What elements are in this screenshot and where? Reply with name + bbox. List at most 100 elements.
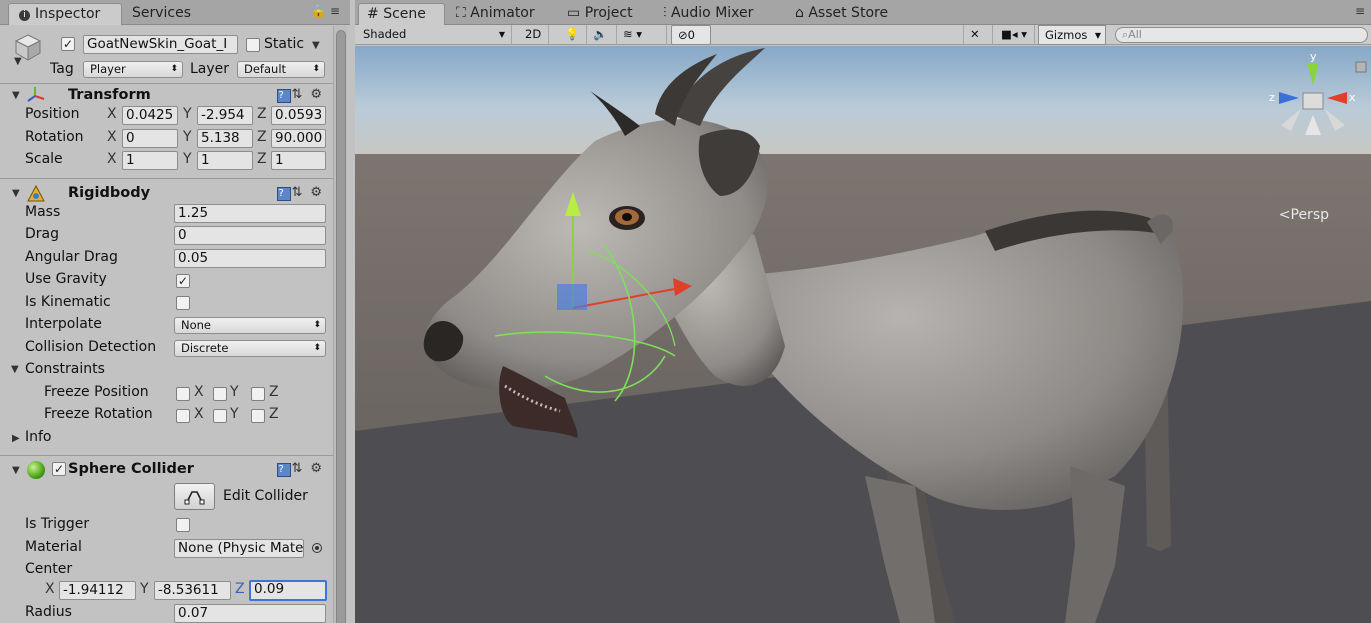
drag-field[interactable]: 0 <box>174 226 326 245</box>
freeze-position-x-checkbox[interactable] <box>176 387 190 401</box>
inspector-scrollbar[interactable] <box>333 26 347 623</box>
static-dropdown-icon[interactable]: ▼ <box>312 40 320 51</box>
shading-mode-dropdown[interactable]: Shaded ▼ <box>357 25 512 45</box>
scene-viewport[interactable]: y z x <Persp <box>355 46 1371 623</box>
tab-project[interactable]: ▭ Project <box>559 3 641 25</box>
interpolate-dropdown[interactable]: None ⬍ <box>174 317 326 334</box>
lock-icon[interactable]: 🔒 <box>311 4 330 18</box>
freeze-position-y-checkbox[interactable] <box>213 387 227 401</box>
transform-foldout-icon[interactable]: ▼ <box>12 90 20 101</box>
axis-y-label[interactable]: Y <box>183 129 192 145</box>
tab-animator[interactable]: ⛶ Animator <box>448 3 543 25</box>
axis-y-label[interactable]: Y <box>183 106 192 122</box>
effects-dropdown-icon[interactable]: ≋ ▾ <box>617 25 667 45</box>
camera-dropdown-icon[interactable]: ■◂ ▾ <box>995 25 1035 45</box>
axis-x-label[interactable]: X <box>107 129 117 145</box>
gizmo-z-plane[interactable] <box>557 284 587 310</box>
axis-y-label[interactable]: Y <box>183 151 192 167</box>
scene-search-input[interactable]: ⌕All <box>1115 27 1368 43</box>
collision-detection-dropdown[interactable]: Discrete ⬍ <box>174 340 326 357</box>
projection-toggle[interactable]: <Persp <box>1279 207 1329 223</box>
axis-z-label[interactable]: Z <box>257 129 267 145</box>
object-picker-icon[interactable] <box>312 543 322 553</box>
sphere-collider-title: Sphere Collider <box>68 461 194 477</box>
menu-icon[interactable]: ≡ <box>330 4 344 18</box>
sphere-collider-foldout-icon[interactable]: ▼ <box>12 465 20 476</box>
radius-field[interactable]: 0.07 <box>174 604 326 623</box>
lighting-toggle-icon[interactable]: 💡 <box>559 25 587 45</box>
gear-icon[interactable]: ⚙ <box>310 461 330 476</box>
static-checkbox[interactable] <box>246 38 260 52</box>
tab-services[interactable]: Services <box>122 3 201 25</box>
gear-icon[interactable]: ⚙ <box>310 185 330 200</box>
rotation-y-field[interactable]: 5.138 <box>197 129 253 148</box>
help-icon[interactable]: ? <box>277 89 292 103</box>
constraints-foldout-icon[interactable]: ▼ <box>11 364 19 375</box>
edit-collider-button[interactable] <box>174 483 215 510</box>
menu-icon[interactable]: ≡ <box>1355 4 1365 18</box>
info-foldout-icon[interactable]: ▶ <box>12 433 20 444</box>
audio-toggle-icon[interactable]: 🔈 <box>587 25 617 45</box>
eye-slash-icon: ⊘ <box>678 28 688 42</box>
info-label[interactable]: Info <box>25 429 52 445</box>
help-icon[interactable]: ? <box>277 463 292 477</box>
center-x-field[interactable]: -1.94112 <box>59 581 136 600</box>
preset-icon[interactable]: ⇅ <box>291 461 310 476</box>
axis-z-label[interactable]: Z <box>257 151 267 167</box>
icon-dropdown-icon[interactable]: ▼ <box>14 56 22 67</box>
tab-inspector[interactable]: i Inspector <box>8 3 122 25</box>
center-y-field[interactable]: -8.53611 <box>154 581 231 600</box>
angular-drag-field[interactable]: 0.05 <box>174 249 326 268</box>
scale-y-field[interactable]: 1 <box>197 151 253 170</box>
updown-icon: ⬍ <box>313 320 321 330</box>
rotation-x-field[interactable]: 0 <box>122 129 178 148</box>
2d-toggle[interactable]: 2D <box>519 25 549 45</box>
axis-y-label[interactable]: Y <box>140 581 149 597</box>
scale-z-field[interactable]: 1 <box>271 151 326 170</box>
gizmos-dropdown[interactable]: Gizmos ▼ <box>1038 25 1106 45</box>
scale-x-field[interactable]: 1 <box>122 151 178 170</box>
freeze-rotation-y-checkbox[interactable] <box>213 409 227 423</box>
gear-icon[interactable]: ⚙ <box>310 87 330 102</box>
angular-drag-label: Angular Drag <box>25 249 118 265</box>
use-gravity-checkbox[interactable]: ✓ <box>176 274 190 288</box>
tag-dropdown[interactable]: Player ⬍ <box>83 61 183 78</box>
preset-icon[interactable]: ⇅ <box>291 87 310 102</box>
tab-asset-store[interactable]: ⌂ Asset Store <box>787 3 896 25</box>
axis-z-label[interactable]: Z <box>235 581 245 597</box>
material-label: Material <box>25 539 82 555</box>
rigidbody-foldout-icon[interactable]: ▼ <box>12 188 20 199</box>
position-z-field[interactable]: 0.0593 <box>271 106 326 125</box>
axis-x-label[interactable]: X <box>107 151 117 167</box>
preset-icon[interactable]: ⇅ <box>291 185 310 200</box>
lock-view-icon[interactable] <box>1355 61 1367 73</box>
sphere-collider-enabled-checkbox[interactable]: ✓ <box>52 462 66 476</box>
center-z-field[interactable]: 0.09 <box>249 580 327 601</box>
axis-z-label[interactable]: Z <box>257 106 267 122</box>
freeze-position-z-checkbox[interactable] <box>251 387 265 401</box>
mass-field[interactable]: 1.25 <box>174 204 326 223</box>
tab-scene[interactable]: # Scene <box>358 3 445 25</box>
freeze-rotation-x-checkbox[interactable] <box>176 409 190 423</box>
scrollbar-thumb[interactable] <box>336 30 346 623</box>
layer-dropdown[interactable]: Default ⬍ <box>237 61 325 78</box>
axis-x-label[interactable]: X <box>107 106 117 122</box>
window-menu-icons[interactable]: 🔒≡ <box>311 4 344 18</box>
position-y-field[interactable]: -2.954 <box>197 106 253 125</box>
object-name-field[interactable]: GoatNewSkin_Goat_I <box>83 35 238 54</box>
tab-audio-mixer[interactable]: ⫶ Audio Mixer <box>655 3 761 25</box>
is-kinematic-checkbox[interactable] <box>176 296 190 310</box>
rotation-z-field[interactable]: 90.000 <box>271 129 326 148</box>
axis-x-label[interactable]: X <box>45 581 55 597</box>
tools-icon[interactable]: ✕ <box>963 25 993 45</box>
position-x-field[interactable]: 0.0425 <box>122 106 178 125</box>
sphere-icon <box>27 461 45 479</box>
freeze-rotation-z-checkbox[interactable] <box>251 409 265 423</box>
material-field[interactable]: None (Physic Mate <box>174 539 304 558</box>
hidden-objects-toggle[interactable]: ⊘0 <box>671 25 711 45</box>
is-trigger-checkbox[interactable] <box>176 518 190 532</box>
active-checkbox[interactable]: ✓ <box>61 37 75 51</box>
updown-icon: ⬍ <box>312 64 320 74</box>
help-icon[interactable]: ? <box>277 187 292 201</box>
constraints-label[interactable]: Constraints <box>25 361 105 377</box>
